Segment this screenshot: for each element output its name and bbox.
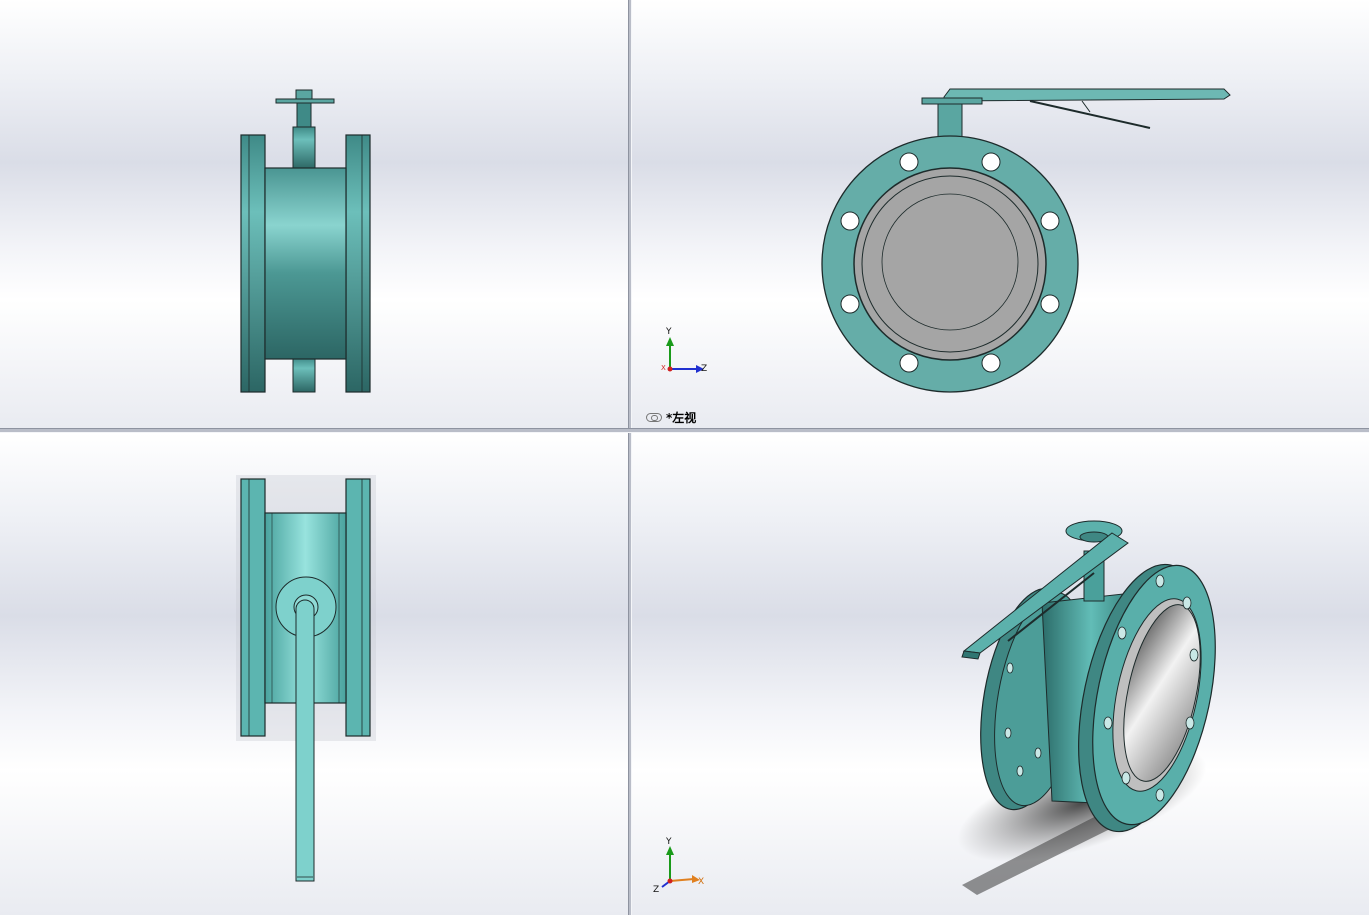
valve-left-view <box>666 88 1231 393</box>
vertical-splitter[interactable] <box>628 0 632 915</box>
link-views-icon[interactable] <box>646 413 662 422</box>
triad-z-label: Z <box>653 885 660 895</box>
viewport-isometric[interactable]: Y X Z <box>632 433 1369 915</box>
triad-x-label: X <box>698 877 705 887</box>
valve-top-view <box>236 475 376 882</box>
view-label-text: 左视 <box>672 411 697 425</box>
valve-front-view <box>240 89 371 393</box>
triad-z-label: Z <box>701 364 708 374</box>
coordinate-triad-tr <box>666 337 704 373</box>
viewport-top[interactable] <box>0 433 628 915</box>
coordinate-triad-br <box>661 846 700 888</box>
triad-y-label: Y <box>666 327 672 337</box>
horizontal-splitter[interactable] <box>0 428 1369 433</box>
triad-x-label: X <box>661 364 666 372</box>
valve-isometric-view <box>661 520 1216 895</box>
viewport-left[interactable]: Y Z X * 左视 <box>632 0 1369 428</box>
view-name-label: * 左视 <box>646 409 696 426</box>
triad-y-label: Y <box>666 837 672 847</box>
viewport-front[interactable] <box>0 0 628 428</box>
